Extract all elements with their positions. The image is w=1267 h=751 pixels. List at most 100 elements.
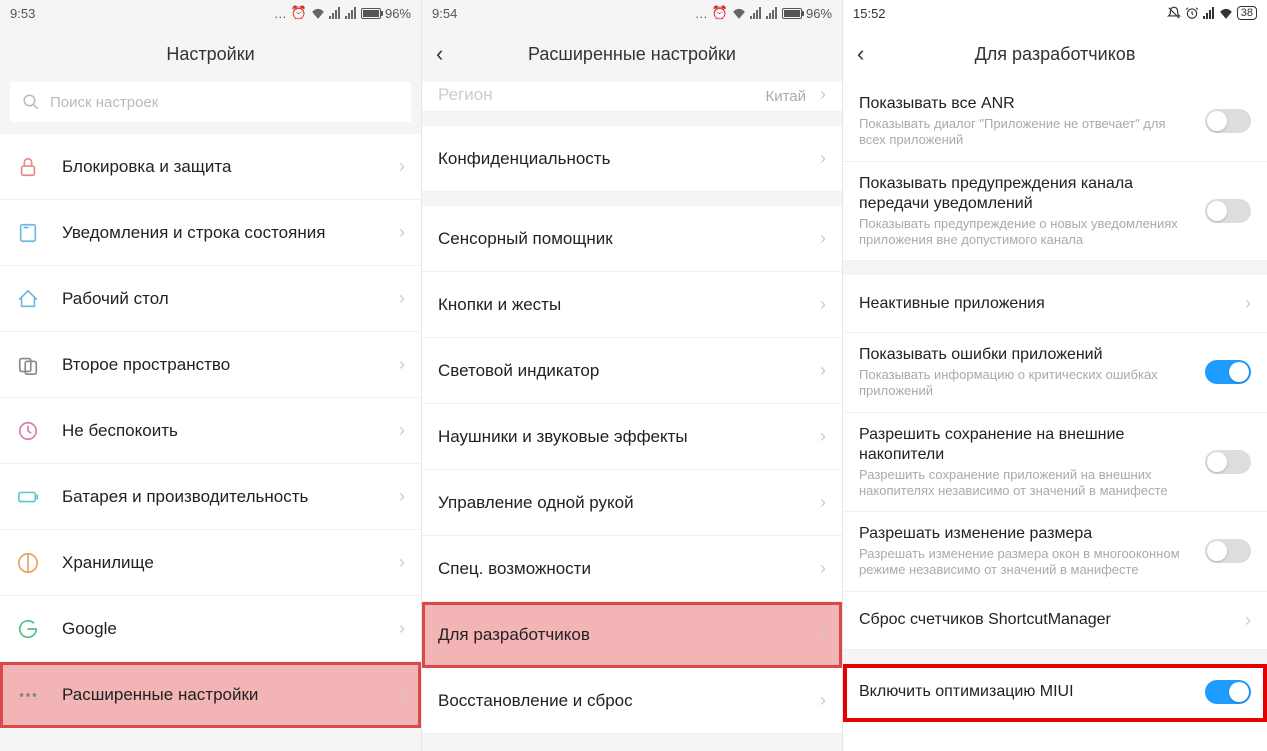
more-icon: … [274, 6, 287, 21]
chevron-right-icon: › [399, 552, 405, 573]
settings-row[interactable]: Уведомления и строка состояния› [0, 200, 421, 266]
developer-row[interactable]: Неактивные приложения › [843, 275, 1267, 333]
advanced-row[interactable]: Наушники и звуковые эффекты› [422, 404, 842, 470]
settings-row[interactable]: Расширенные настройки› [0, 662, 421, 728]
row-label: Световой индикатор [438, 360, 812, 381]
battery-percent: 96% [806, 6, 832, 21]
settings-row[interactable]: Второе пространство › [0, 332, 421, 398]
row-subtitle: Показывать диалог "Приложение не отвечае… [859, 116, 1195, 149]
toggle-switch[interactable] [1205, 450, 1251, 474]
page-header: ‹ Расширенные настройки [422, 26, 842, 82]
search-input[interactable]: Поиск настроек [10, 82, 411, 122]
row-label: Не беспокоить [62, 420, 391, 441]
back-icon[interactable]: ‹ [857, 41, 864, 67]
status-time: 15:52 [853, 6, 886, 21]
more-icon: … [695, 6, 708, 21]
status-bar: 9:54 … ⏰ 96% [422, 0, 842, 26]
signal-icon [1203, 7, 1215, 19]
signal-icon [766, 7, 778, 19]
row-subtitle: Разрешить сохранение приложений на внешн… [859, 467, 1195, 500]
row-label: Регион [438, 84, 765, 105]
battery-icon [361, 8, 381, 19]
row-label: Рабочий стол [62, 288, 391, 309]
row-title: Неактивные приложения [859, 294, 1227, 314]
row-region[interactable]: Регион Китай › [422, 82, 842, 112]
chevron-right-icon: › [820, 558, 826, 579]
battery-percent: 96% [385, 6, 411, 21]
title-text: Для разработчиков [975, 44, 1136, 65]
row-text: Показывать все ANRПоказывать диалог "При… [859, 94, 1205, 149]
advanced-row[interactable]: Сенсорный помощник› [422, 206, 842, 272]
chevron-right-icon: › [399, 288, 405, 309]
settings-row[interactable]: Google› [0, 596, 421, 662]
home-icon [16, 287, 40, 311]
row-text: Неактивные приложения [859, 294, 1237, 314]
row-title: Разрешить сохранение на внешние накопите… [859, 425, 1195, 465]
row-label: Для разработчиков [438, 624, 812, 645]
chevron-right-icon: › [399, 486, 405, 507]
search-placeholder: Поиск настроек [50, 94, 158, 111]
advanced-row[interactable]: Конфиденциальность› [422, 126, 842, 192]
developer-row[interactable]: Включить оптимизацию MIUI [843, 664, 1267, 722]
status-right: … ⏰ 96% [274, 5, 411, 21]
search-wrap: Поиск настроек [0, 82, 421, 134]
row-label: Второе пространство [62, 354, 391, 375]
developer-row[interactable]: Разрешать изменение размераРазрешать изм… [843, 512, 1267, 592]
toggle-switch[interactable] [1205, 680, 1251, 704]
settings-row[interactable]: Хранилище› [0, 530, 421, 596]
settings-row[interactable]: Блокировка и защита› [0, 134, 421, 200]
chevron-right-icon: › [820, 426, 826, 447]
row-label: Батарея и производительность [62, 486, 391, 507]
advanced-row[interactable]: Для разработчиков › [422, 602, 842, 668]
developer-row[interactable]: Показывать предупреждения канала передач… [843, 162, 1267, 262]
dnd-icon [16, 419, 40, 443]
battery-percent: 38 [1237, 6, 1257, 20]
chevron-right-icon: › [820, 492, 826, 513]
chevron-right-icon: › [820, 624, 826, 645]
chevron-right-icon: › [820, 148, 826, 169]
advanced-row[interactable]: Спец. возможности› [422, 536, 842, 602]
row-text: Разрешать изменение размераРазрешать изм… [859, 524, 1205, 579]
dnd-icon [1167, 6, 1181, 20]
battery-icon [782, 8, 802, 19]
row-title: Показывать ошибки приложений [859, 345, 1195, 365]
advanced-row[interactable]: Кнопки и жесты› [422, 272, 842, 338]
developer-row[interactable]: Показывать ошибки приложенийПоказывать и… [843, 333, 1267, 413]
advanced-row[interactable]: Световой индикатор› [422, 338, 842, 404]
row-label: Кнопки и жесты [438, 294, 812, 315]
lock-icon [16, 155, 40, 179]
screen-settings-advanced: 9:54 … ⏰ 96% ‹ Расширенные настройки Рег… [422, 0, 843, 751]
battery-icon [16, 485, 40, 509]
row-title: Сброс счетчиков ShortcutManager [859, 610, 1227, 630]
row-label: Восстановление и сброс [438, 690, 812, 711]
chevron-right-icon: › [1245, 293, 1251, 314]
developer-row[interactable]: Показывать все ANRПоказывать диалог "При… [843, 82, 1267, 162]
advanced-row[interactable]: Управление одной рукой › [422, 470, 842, 536]
chevron-right-icon: › [399, 354, 405, 375]
advanced-list: Регион Китай › Конфиденциальность› Сенсор… [422, 82, 842, 734]
toggle-switch[interactable] [1205, 199, 1251, 223]
back-icon[interactable]: ‹ [436, 41, 443, 67]
page-header: ‹ Для разработчиков [843, 26, 1267, 82]
advanced-row[interactable]: Восстановление и сброс› [422, 668, 842, 734]
developer-row[interactable]: Сброс счетчиков ShortcutManager› [843, 592, 1267, 650]
page-title: Настройки [0, 26, 421, 82]
status-time: 9:53 [10, 6, 35, 21]
developer-row[interactable]: Разрешить сохранение на внешние накопите… [843, 413, 1267, 513]
search-icon [22, 93, 40, 111]
toggle-switch[interactable] [1205, 109, 1251, 133]
settings-row[interactable]: Батарея и производительность › [0, 464, 421, 530]
wifi-icon [311, 7, 325, 19]
row-text: Сброс счетчиков ShortcutManager [859, 610, 1237, 630]
alarm-icon: ⏰ [291, 5, 307, 21]
status-bar: 15:52 38 [843, 0, 1267, 26]
settings-row[interactable]: Не беспокоить› [0, 398, 421, 464]
chevron-right-icon: › [399, 156, 405, 177]
toggle-switch[interactable] [1205, 360, 1251, 384]
row-label: Google [62, 618, 391, 639]
row-label: Уведомления и строка состояния [62, 222, 391, 243]
settings-row[interactable]: Рабочий стол › [0, 266, 421, 332]
row-label: Управление одной рукой [438, 492, 812, 513]
toggle-switch[interactable] [1205, 539, 1251, 563]
row-title: Показывать все ANR [859, 94, 1195, 114]
